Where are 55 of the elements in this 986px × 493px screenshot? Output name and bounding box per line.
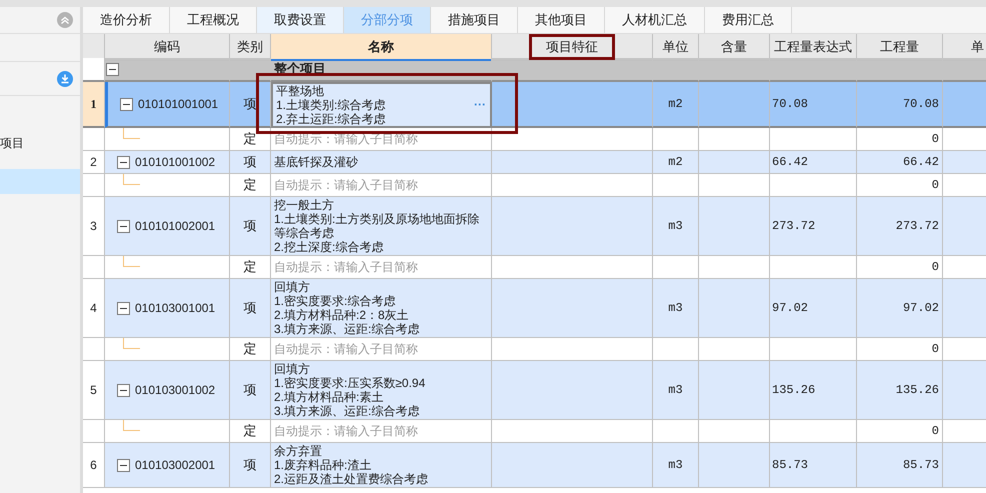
header-label: 含量 [721,38,747,56]
item-code: 010103002001 [134,458,216,472]
table-cell: m3 [653,443,699,488]
collapse-toggle-icon[interactable] [117,302,130,314]
collapse-toggle-icon[interactable] [106,62,119,76]
row-number: 4 [83,279,105,338]
tree-connector [123,128,140,139]
row-number: 5 [83,361,105,420]
tree-connector [123,338,140,349]
table-row[interactable]: 3 010101002001 项 挖一般土方 1.土壤类别:土方类别及原场地地面拆除等综合考虑 2.挖土深度:综合考虑 m3 273.72 273.72 [83,197,986,256]
item-description: 平整场地 1.土壤类别:综合考虑 2.弃土运距:综合考虑 [276,84,386,126]
header-label: 工程量 [880,38,919,56]
header-label: 单位 [662,38,688,56]
collapse-toggle-icon[interactable] [117,458,130,472]
name-cell[interactable]: 余方弃置 1.废弃料品种:渣土 2.运距及渣土处置费综合考虑 [271,443,492,488]
table-row[interactable]: 5 010103001002 项 回填方 1.密实度要求:压实系数≥0.94 2.填方材料品种:素土 3.填方来源、运距:综合考虑 m3 135.26 135.26 [83,361,986,420]
collapse-toggle-icon[interactable] [120,98,133,110]
collapse-toggle-icon[interactable] [117,156,130,168]
item-code: 010101001002 [134,155,216,169]
row-number: 6 [83,443,105,488]
table-row[interactable]: 2 010101001002 项 基底钎探及灌砂 m2 66.42 66.42 [83,151,986,174]
item-code: 010103001002 [134,383,216,397]
item-description: 回填方 1.密实度要求:压实系数≥0.94 2.填方材料品种:素土 3.填方来源、运距:综合考虑 [274,362,426,418]
collapse-toggle-icon[interactable] [117,384,130,396]
item-code: 010103001001 [134,301,216,315]
table-cell: 85.73 [770,443,857,488]
tree-connector [123,174,140,185]
table-cell: 项 [230,443,271,488]
table-cell [699,443,770,488]
table-cell: 85.73 [857,443,943,488]
table-row[interactable]: 4 010103001001 项 回填方 1.密实度要求:综合考虑 2.填方材料品种:2：8灰土 3.填方来源、运距:综合考虑 m3 97.02 97.02 [83,279,986,338]
tree-connector [123,420,140,431]
collapse-toggle-icon[interactable] [117,220,130,232]
header-label: 编码 [154,38,180,56]
download-icon[interactable] [57,70,73,86]
name-cell[interactable]: 平整场地 1.土壤类别:综合考虑 2.弃土运距:综合考虑 ··· [271,82,492,128]
item-code: 010101002001 [134,219,216,233]
header-label: 项目特征 [529,34,615,60]
item-code: 010101001001 [137,97,218,111]
header-label: 类别 [237,38,263,56]
sidebar-item[interactable]: 项目 [0,131,80,156]
table-row[interactable]: 1 010101001001 项 平整场地 1.土壤类别:综合考虑 2.弃土运距:综合考虑 ··· m2 70.08 70.08 [83,82,986,128]
row-number: 1 [83,82,105,128]
table-row[interactable]: 6 010103002001 项 余方弃置 1.废弃料品种:渣土 2.运距及渣土处置费综合考虑 m3 85.73 85.73 [83,443,986,488]
row-number: 3 [83,197,105,256]
column-header[interactable]: 名称 [271,34,492,61]
row-number: 2 [83,151,105,174]
header-label: 工程量表达式 [774,38,852,56]
tab[interactable]: 取费设置 [257,7,344,33]
tree-connector [123,256,140,267]
item-description: 基底钎探及灌砂 [274,155,358,169]
header-label: 单 [971,38,984,56]
item-description: 余方弃置 1.废弃料品种:渣土 2.运距及渣土处置费综合考虑 [274,444,428,486]
header-label: 名称 [368,38,394,56]
item-description: 回填方 1.密实度要求:综合考虑 2.填方材料品种:2：8灰土 3.填方来源、运距:综合考虑 [274,280,420,336]
